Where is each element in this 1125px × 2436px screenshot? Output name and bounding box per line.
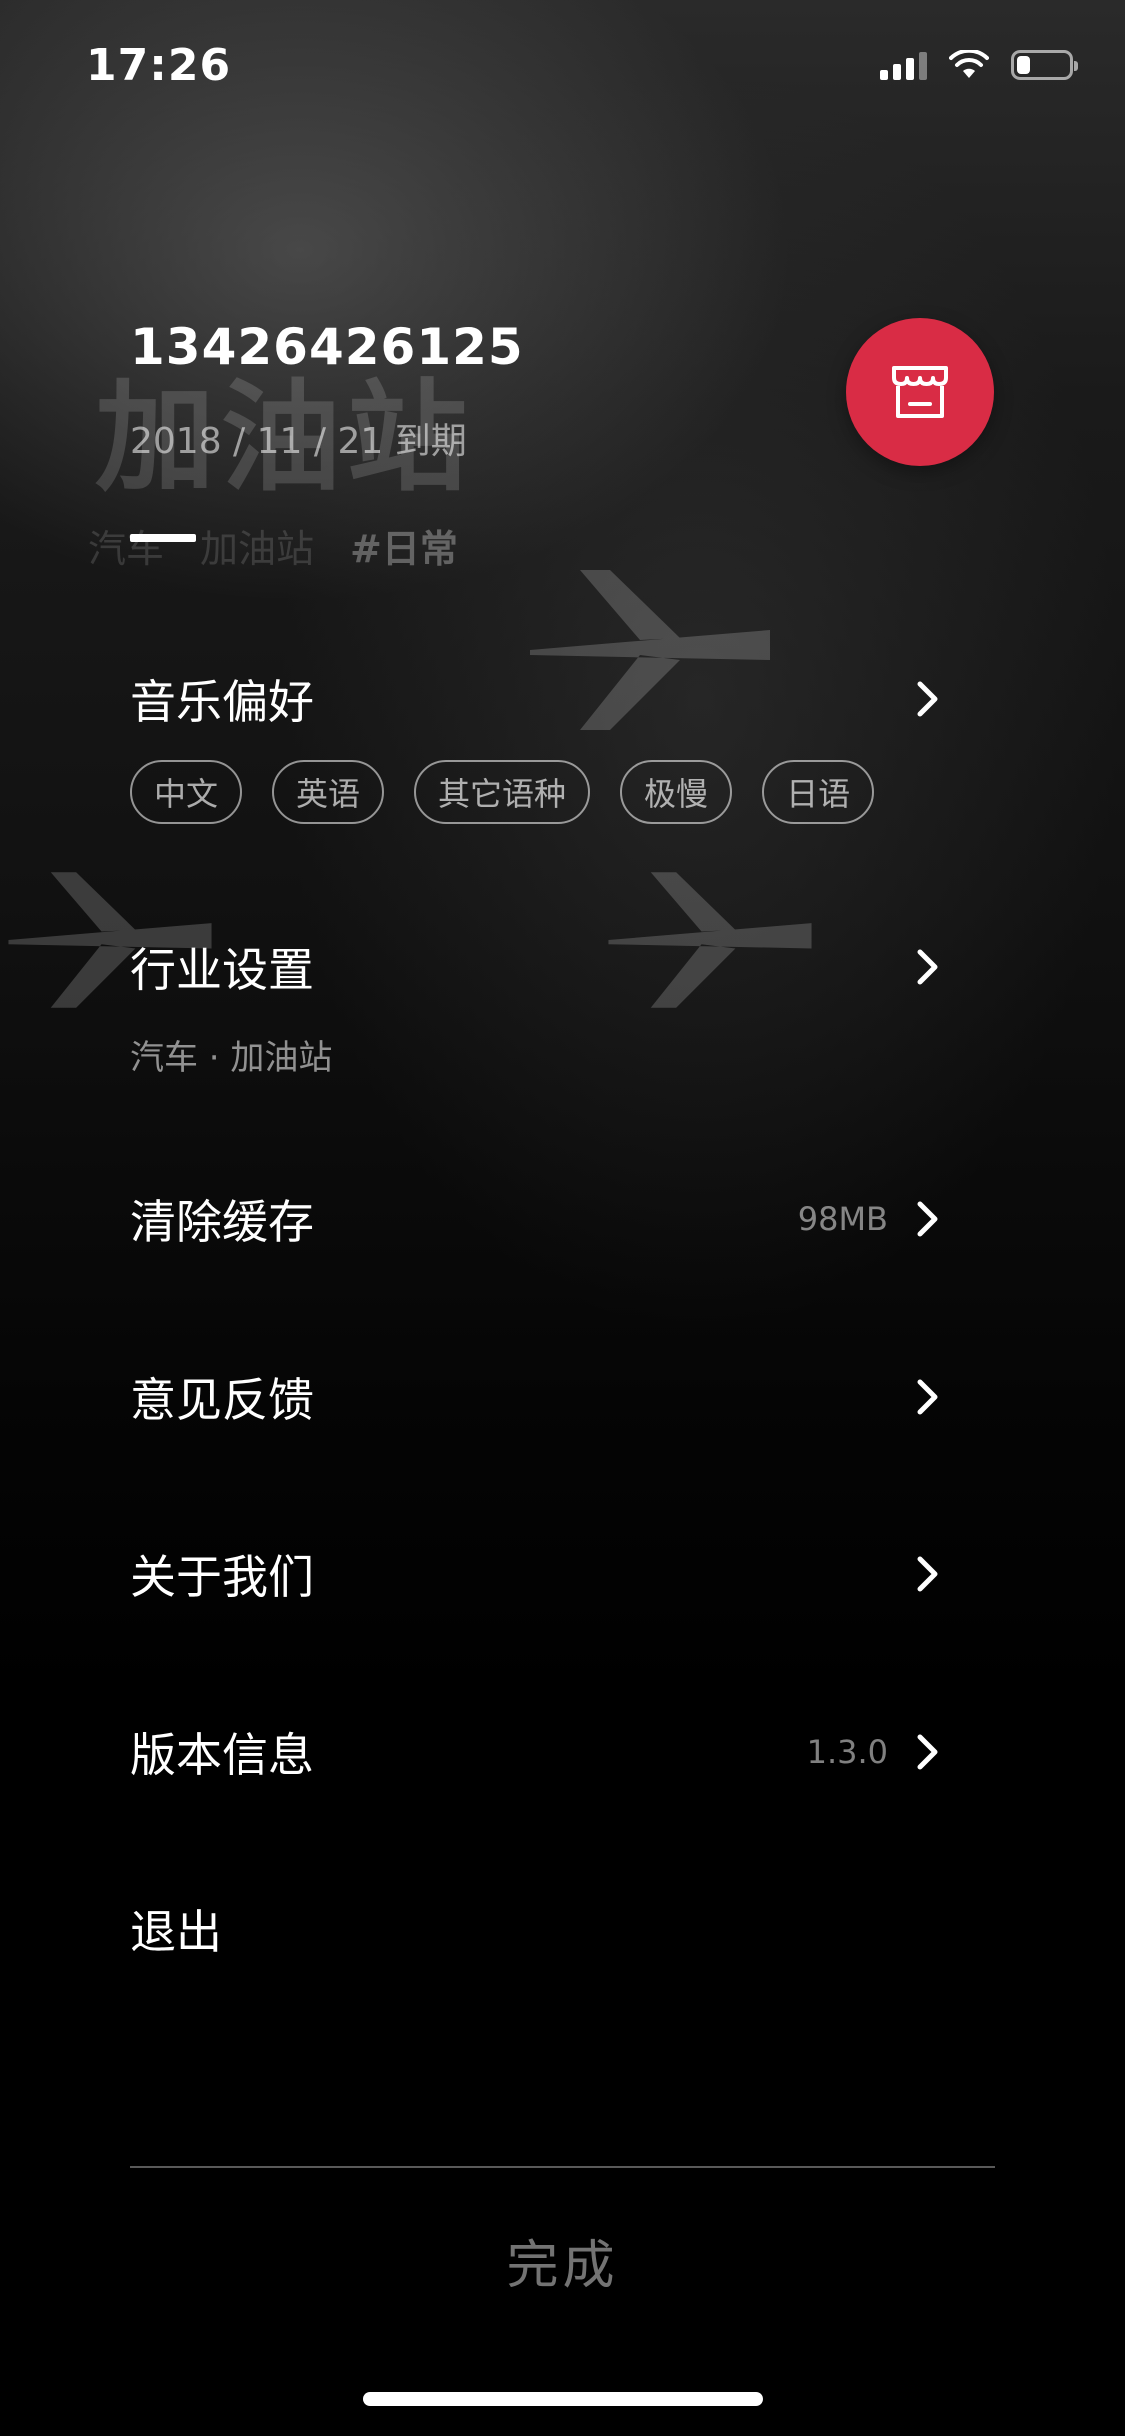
done-button[interactable]: 完成 (130, 2210, 995, 2310)
menu-feedback[interactable]: 意见反馈 (130, 1364, 940, 1430)
chevron-right-icon (917, 681, 938, 717)
menu-label: 意见反馈 (130, 1373, 314, 1427)
chevron-right-icon (917, 949, 938, 985)
menu-clear-cache[interactable]: 清除缓存 98MB (130, 1186, 940, 1252)
music-chip[interactable]: 英语 (272, 760, 385, 824)
menu-label: 版本信息 (130, 1728, 314, 1782)
cache-size: 98MB (797, 1200, 888, 1238)
divider (130, 2166, 995, 2168)
music-chip[interactable]: 中文 (130, 760, 243, 824)
tab-gas-station[interactable]: 加油站 (200, 518, 314, 573)
store-button[interactable] (846, 318, 994, 466)
store-icon (892, 366, 948, 418)
battery-level (1017, 56, 1030, 74)
chevron-right-icon (917, 1556, 938, 1592)
wifi-icon (949, 50, 989, 78)
industry-value: 汽车 · 加油站 (130, 1038, 333, 1078)
menu-about-us[interactable]: 关于我们 (130, 1541, 940, 1607)
menu-logout[interactable]: 退出 (130, 1896, 940, 1962)
status-time: 17:26 (86, 40, 232, 91)
menu-label: 清除缓存 (130, 1195, 314, 1249)
menu-version-info[interactable]: 版本信息 1.3.0 (130, 1719, 940, 1785)
chevron-right-icon (917, 1201, 938, 1237)
chevron-right-icon (917, 1734, 938, 1770)
menu-label: 退出 (130, 1905, 222, 1959)
tab-daily[interactable]: #日常 (350, 518, 458, 573)
menu-label: 音乐偏好 (130, 675, 314, 729)
status-icons (880, 50, 1078, 80)
menu-music-preference[interactable]: 音乐偏好 (130, 666, 940, 732)
chevron-right-icon (917, 1379, 938, 1415)
tab-car[interactable]: 汽车 (88, 518, 164, 573)
version-number: 1.3.0 (806, 1733, 888, 1771)
tab-indicator (130, 534, 196, 542)
expire-date: 2018 / 11 / 21 到期 (130, 421, 467, 462)
cellular-signal-icon (880, 50, 927, 80)
menu-label: 行业设置 (130, 943, 314, 997)
home-indicator[interactable] (363, 2392, 763, 2406)
music-chip[interactable]: 日语 (762, 760, 875, 824)
account-phone: 13426426125 (130, 318, 524, 376)
music-chip[interactable]: 其它语种 (414, 760, 591, 824)
status-bar: 17:26 (0, 0, 1125, 132)
menu-label: 关于我们 (130, 1550, 314, 1604)
battery-icon (1011, 50, 1078, 80)
music-chips: 中文 英语 其它语种 极慢 日语 (130, 760, 875, 824)
header-tabs: 汽车 加油站 #日常 (88, 518, 458, 573)
menu-industry-settings[interactable]: 行业设置 (130, 934, 940, 1000)
music-chip[interactable]: 极慢 (620, 760, 733, 824)
